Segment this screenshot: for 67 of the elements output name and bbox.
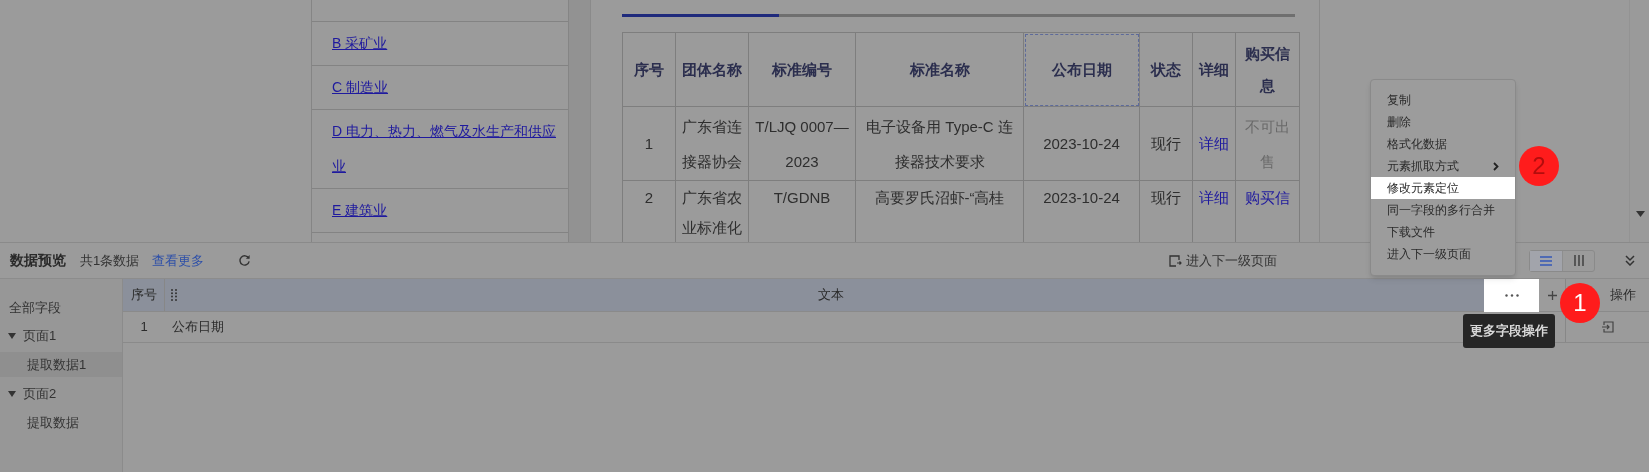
column-header: 公布日期 [1023, 32, 1140, 107]
table-cell: 公布日期 [172, 319, 224, 335]
table-cell: 电子设备用 Type-C 连接器技术要求 [866, 117, 1013, 170]
step-badge: 1 [1560, 283, 1600, 323]
table-cell: 现行 [1151, 135, 1181, 152]
list-icon [1540, 255, 1552, 266]
table-cell: 2 [644, 189, 654, 206]
table-cell: 现行 [1151, 189, 1181, 206]
step-badge: 2 [1519, 146, 1559, 186]
menu-item[interactable]: 删除 [1371, 111, 1515, 133]
view-more-link[interactable]: 查看更多 [152, 250, 205, 271]
tree-item[interactable]: 全部字段 [0, 295, 122, 321]
collapse-icon[interactable] [1625, 255, 1635, 266]
columns-icon [1573, 255, 1584, 266]
table-cell: 2023-10-24 [1043, 135, 1120, 152]
column-header: 团体名称 [675, 32, 749, 107]
next-page-button[interactable]: 进入下一级页面 [1169, 250, 1277, 271]
column-header: 状态 [1139, 32, 1193, 107]
menu-item[interactable]: 修改元素定位 [1371, 177, 1515, 199]
exit-icon[interactable] [1601, 321, 1614, 333]
table-cell: 2023-10-24 [1043, 189, 1120, 206]
menu-item[interactable]: 格式化数据 [1371, 133, 1515, 155]
tooltip: 更多字段操作 [1463, 314, 1555, 348]
table-link[interactable]: 详细 [1199, 189, 1229, 206]
table-cell-text: 1 [139, 318, 149, 337]
column-header: 序号 [622, 32, 676, 107]
menu-item[interactable]: 进入下一级页面 [1371, 243, 1515, 265]
tree-item[interactable]: 提取数据1 [0, 352, 122, 377]
category-link[interactable]: D 电力、热力、燃气及水生产和供应业 [332, 114, 566, 184]
category-link[interactable]: B 采矿业 [332, 26, 566, 61]
refresh-icon[interactable] [238, 254, 252, 267]
plus-icon [1547, 290, 1557, 300]
view-toggle[interactable] [1529, 249, 1595, 272]
expanded-icon[interactable] [8, 390, 16, 397]
tree-item[interactable]: 提取数据 [0, 410, 122, 435]
menu-item[interactable]: 下载文件 [1371, 221, 1515, 243]
list-view-button[interactable] [1530, 250, 1562, 271]
scroll-down-icon[interactable] [1636, 211, 1645, 217]
expanded-icon[interactable] [8, 332, 16, 339]
more-options-button[interactable] [1484, 278, 1539, 312]
add-column-button[interactable] [1539, 279, 1565, 311]
table-link[interactable]: 购买信 [1245, 189, 1290, 206]
table-cell: 广东省农业标准化 [682, 189, 742, 236]
tree-item[interactable]: 页面2 [23, 383, 57, 404]
column-header: 序号 [123, 279, 165, 311]
table-cell: 1 [644, 135, 654, 152]
table-link[interactable]: 详细 [1199, 135, 1229, 152]
drag-handle-icon[interactable] [171, 289, 177, 301]
table-cell: 广东省连接器协会 [682, 117, 742, 170]
menu-item[interactable]: 复制 [1371, 89, 1515, 111]
table-cell: T/GDNB [773, 189, 831, 206]
menu-item[interactable]: 同一字段的多行合并 [1371, 199, 1515, 221]
page-enter-icon [1169, 254, 1182, 267]
column-header: 详细 [1192, 32, 1236, 107]
table-cell: 高要罗氏沼虾-“高桂 [874, 189, 1005, 206]
column-header: 标准编号 [748, 32, 856, 107]
column-header: 文本 [816, 286, 845, 305]
panel-title: 数据预览 [10, 251, 66, 270]
category-link[interactable]: E 建筑业 [332, 193, 566, 228]
column-header: 购买信息 [1235, 32, 1300, 107]
tree-item[interactable]: 页面1 [23, 325, 57, 346]
table-cell: T/LJQ 0007—2023 [755, 117, 849, 170]
record-count: 共1条数据 [80, 251, 140, 270]
column-header: 标准名称 [855, 32, 1024, 107]
category-link[interactable]: C 制造业 [332, 70, 566, 105]
menu-item[interactable]: 元素抓取方式 [1371, 155, 1515, 177]
more-icon [1504, 293, 1519, 297]
